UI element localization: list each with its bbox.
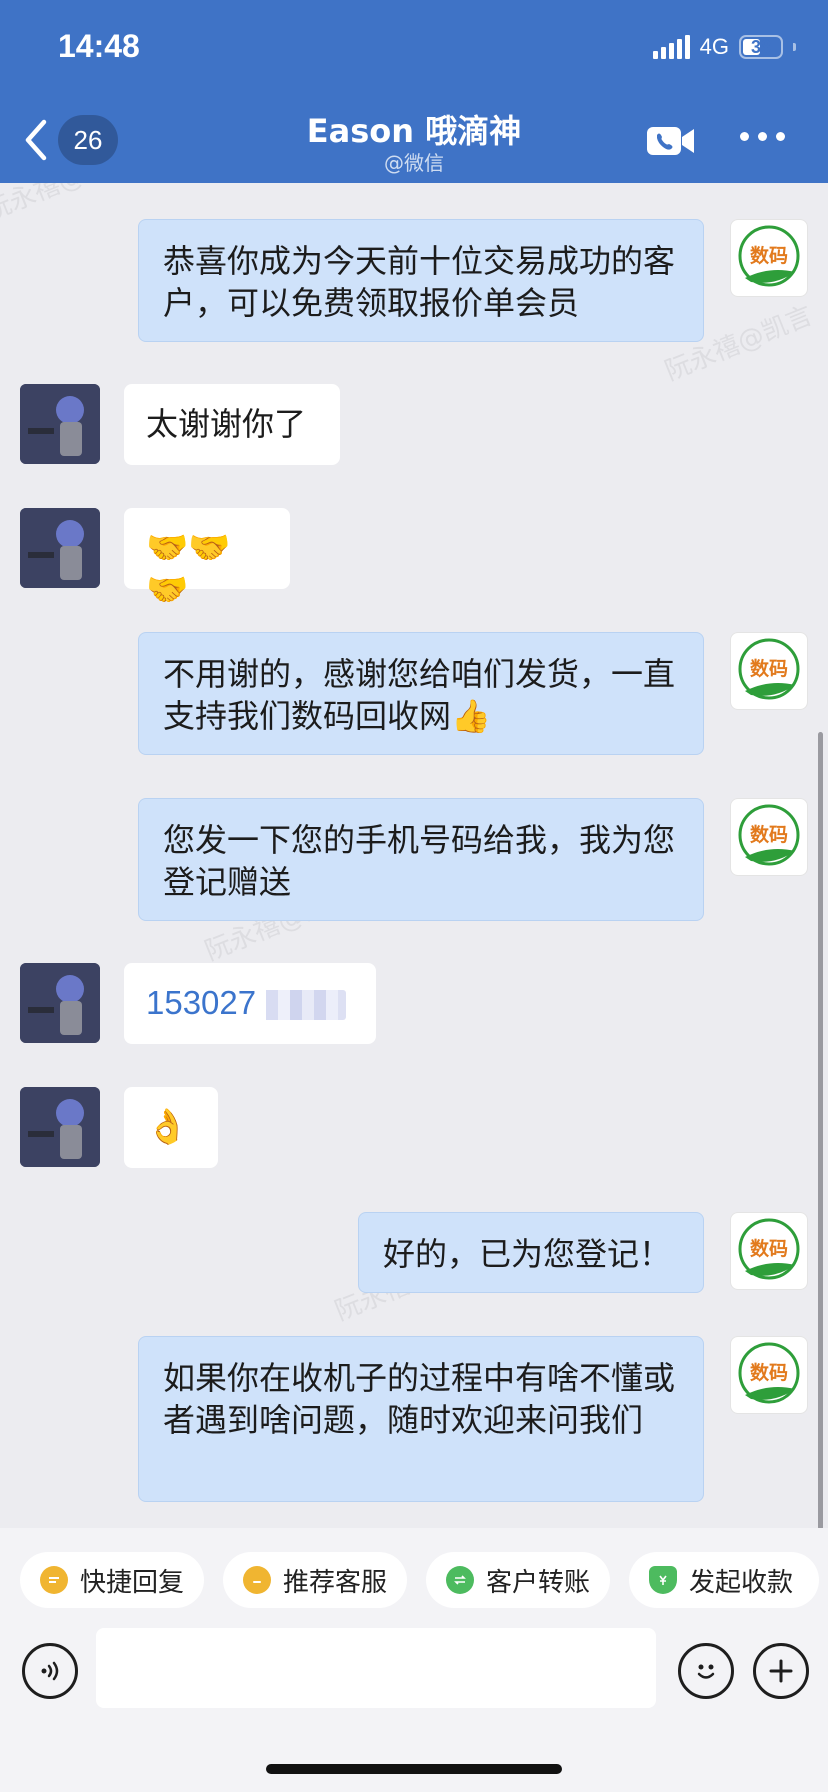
voice-icon	[41, 1661, 59, 1681]
collect-payment-button[interactable]: 发起收款	[629, 1552, 819, 1608]
battery-level: 38	[750, 36, 772, 57]
digital-logo-icon: 数码	[738, 638, 800, 700]
contact-avatar[interactable]	[20, 384, 100, 464]
scrollbar[interactable]	[818, 732, 823, 1530]
quick-reply-label: 快捷回复	[80, 1567, 185, 1598]
video-call-icon[interactable]	[646, 124, 696, 158]
sender-avatar[interactable]: 数码	[730, 219, 808, 297]
transfer-icon	[446, 1566, 474, 1594]
more-functions-button[interactable]	[753, 1643, 809, 1699]
logo-text: 数码	[750, 823, 788, 846]
customer-transfer-button[interactable]: 客户转账	[426, 1552, 611, 1608]
contact-avatar[interactable]	[20, 963, 100, 1043]
message-bubble-incoming[interactable]: 🤝🤝🤝	[124, 508, 290, 610]
plus-icon	[769, 1659, 793, 1683]
digital-logo-icon: 数码	[738, 1342, 800, 1404]
logo-text: 数码	[750, 657, 788, 680]
network-type: 4G	[699, 34, 729, 59]
quick-reply-button[interactable]: 快捷回复	[20, 1552, 205, 1608]
collect-payment-label: 发起收款	[689, 1567, 794, 1598]
message-bubble-outgoing[interactable]: 您发一下您的手机号码给我，我为您登记赠送	[138, 798, 704, 921]
logo-text: 数码	[750, 244, 788, 267]
chat-subtitle: @微信	[384, 151, 444, 175]
logo-text: 数码	[750, 1237, 788, 1260]
recommend-service-button[interactable]: 推荐客服	[223, 1552, 408, 1608]
chat-title: Eason 哦滴神	[306, 112, 522, 150]
contact-avatar[interactable]	[20, 508, 100, 588]
anime-avatar-icon	[20, 508, 100, 588]
sender-avatar[interactable]: 数码	[730, 1212, 808, 1290]
message-bubble-outgoing[interactable]: 好的，已为您登记！	[358, 1212, 704, 1293]
quick-actions-bar: 快捷回复 推荐客服 客户转账 发起收款	[0, 1528, 828, 1628]
contact-avatar[interactable]	[20, 1087, 100, 1167]
phone-number-link[interactable]: 153027	[146, 984, 256, 1021]
digital-logo-icon: 数码	[738, 1218, 800, 1280]
logo-text: 数码	[750, 1361, 788, 1384]
message-bubble-incoming[interactable]: 153027	[124, 963, 376, 1044]
message-bubble-outgoing[interactable]: 如果你在收机子的过程中有啥不懂或者遇到啥问题，随时欢迎来问我们	[138, 1336, 704, 1502]
message-bubble-incoming[interactable]: 👌	[124, 1087, 218, 1168]
status-indicators: 4G 38	[652, 34, 796, 60]
battery-icon: 38	[739, 35, 783, 59]
home-indicator	[266, 1764, 562, 1774]
anime-avatar-icon	[20, 963, 100, 1043]
watermark: 阮永禧@凯言	[0, 183, 137, 227]
message-bubble-outgoing[interactable]: 不用谢的，感谢您给咱们发货，一直支持我们数码回收网👍	[138, 632, 704, 755]
recommend-service-icon	[243, 1566, 271, 1594]
battery-tip	[793, 43, 796, 51]
sender-avatar[interactable]: 数码	[730, 1336, 808, 1414]
message-bubble-outgoing[interactable]: 恭喜你成为今天前十位交易成功的客户，可以免费领取报价单会员	[138, 219, 704, 342]
anime-avatar-icon	[20, 384, 100, 464]
sender-avatar[interactable]: 数码	[730, 632, 808, 710]
emoji-icon	[697, 1664, 715, 1679]
more-options-icon[interactable]	[740, 132, 785, 141]
collect-payment-icon	[649, 1566, 677, 1594]
sender-avatar[interactable]: 数码	[730, 798, 808, 876]
recommend-service-label: 推荐客服	[283, 1567, 388, 1598]
anime-avatar-icon	[20, 1087, 100, 1167]
chat-header: 14:48 4G 38 26 Eason 哦滴神 @微信	[0, 0, 828, 183]
status-time: 14:48	[58, 28, 140, 64]
signal-icon	[652, 35, 690, 59]
message-bubble-incoming[interactable]: 太谢谢你了	[124, 384, 340, 465]
redacted-pixelation	[254, 990, 347, 1020]
customer-transfer-label: 客户转账	[486, 1567, 591, 1598]
digital-logo-icon: 数码	[738, 804, 800, 866]
voice-input-button[interactable]	[22, 1643, 78, 1699]
emoji-button[interactable]	[678, 1643, 734, 1699]
quick-reply-icon	[40, 1566, 68, 1594]
digital-logo-icon: 数码	[738, 225, 800, 287]
message-input[interactable]	[96, 1628, 656, 1708]
message-list[interactable]: 阮永禧@凯言 阮永禧@凯言 阮永禧@凯言 阮永禧@凯言 恭喜你成为今天前十位交易…	[0, 183, 828, 1528]
